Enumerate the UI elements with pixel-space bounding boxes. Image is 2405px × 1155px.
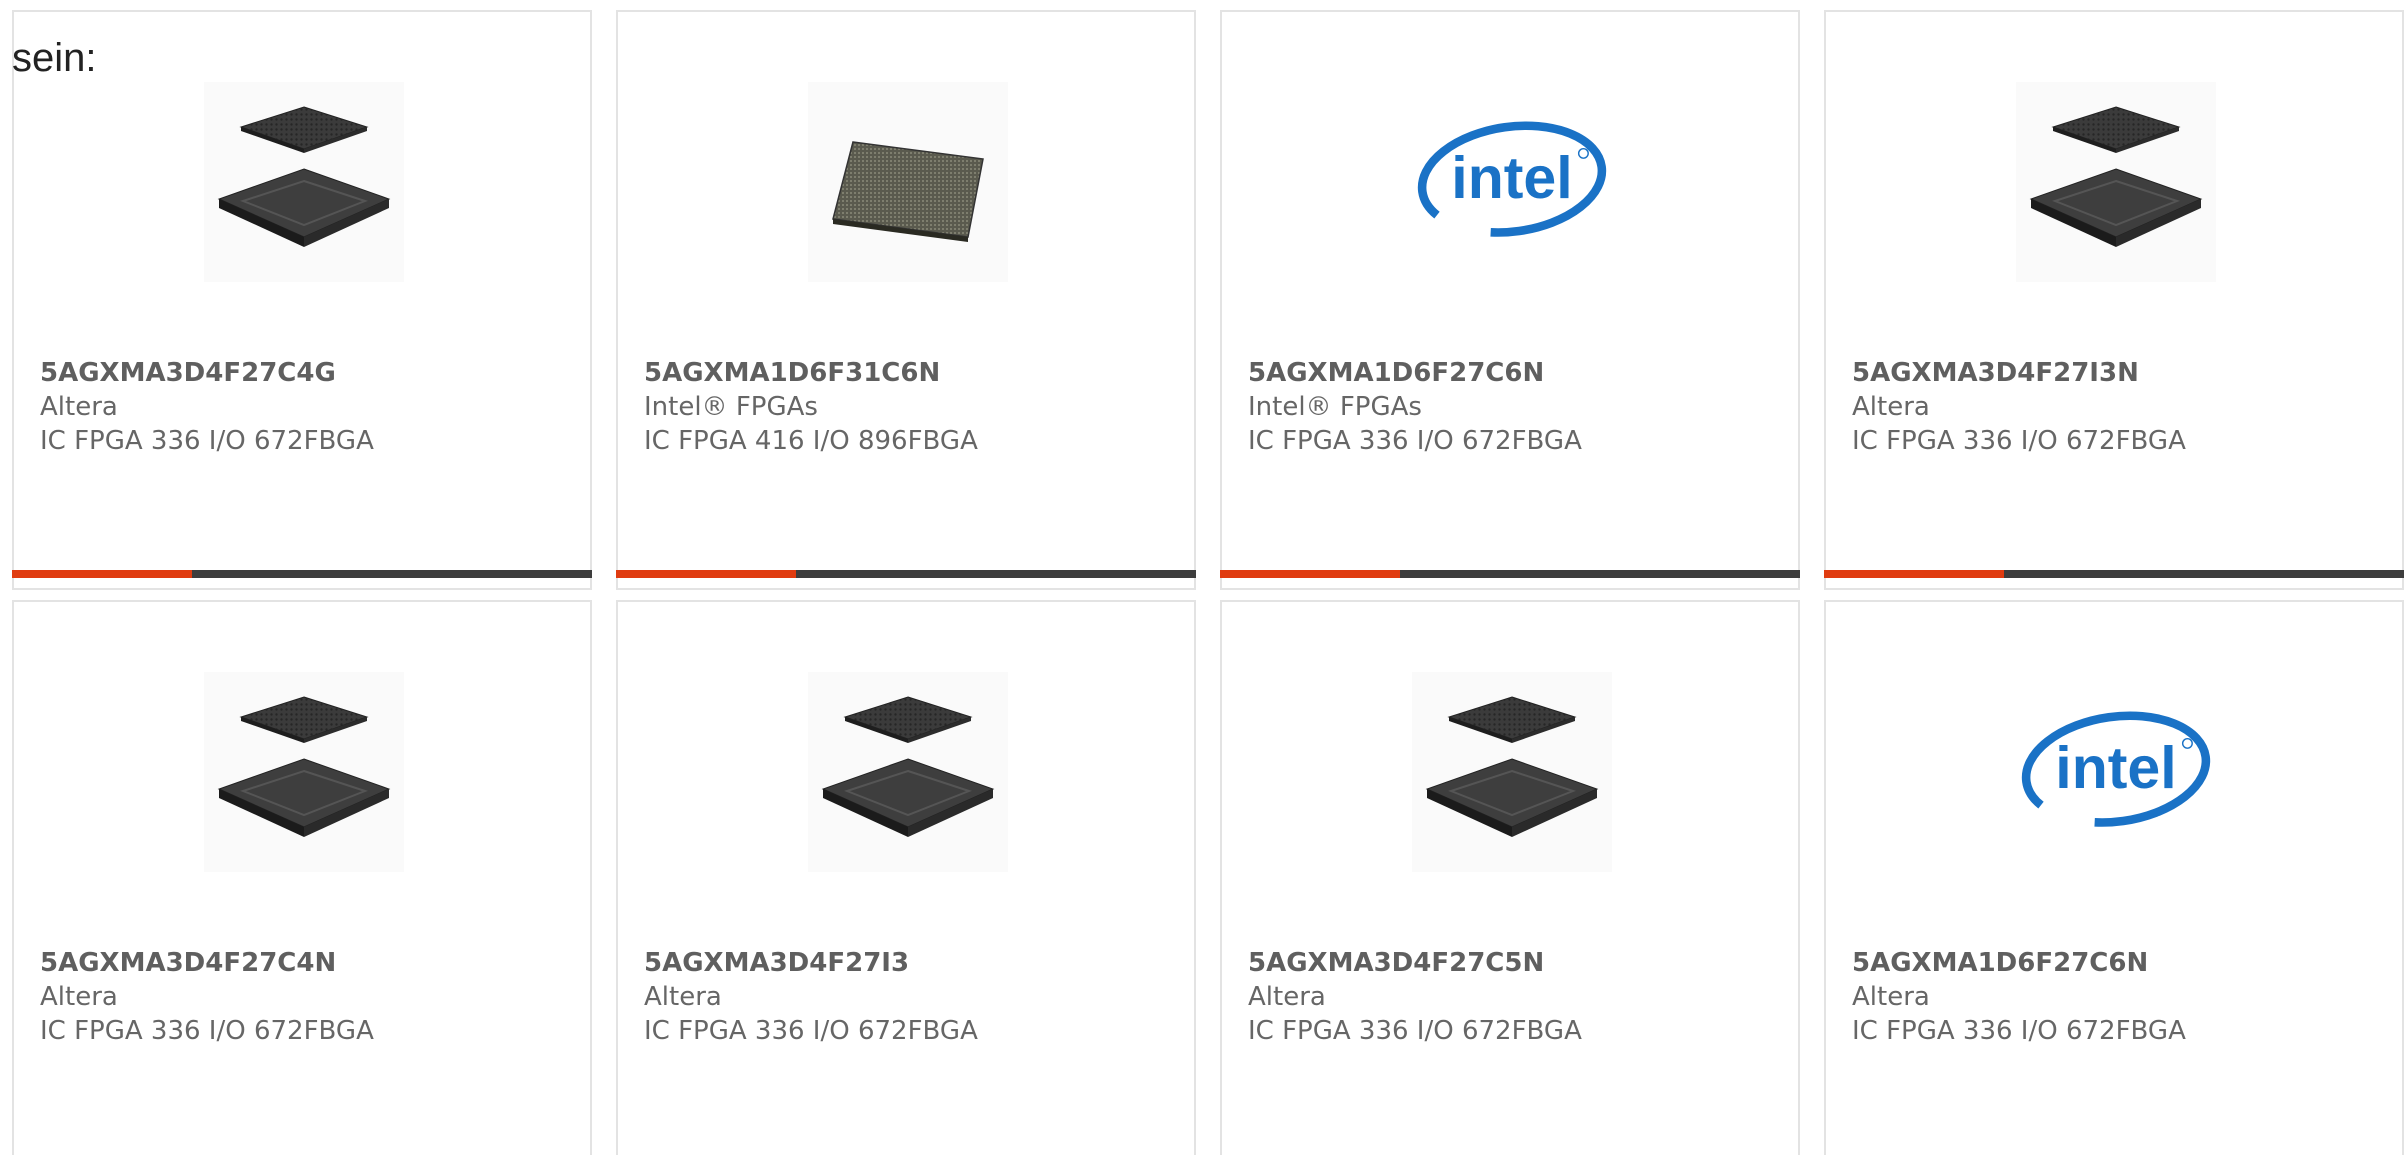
intel-logo: intel	[1417, 121, 1607, 237]
part-number[interactable]: 5AGXMA3D4F27C5N	[1248, 946, 1778, 980]
product-info: 5AGXMA1D6F27C6N Intel® FPGAs IC FPGA 336…	[1248, 356, 1778, 458]
manufacturer: Altera	[644, 982, 722, 1012]
svg-text:intel: intel	[2055, 735, 2176, 801]
product-image	[204, 82, 404, 282]
description: IC FPGA 336 I/O 672FBGA	[644, 1016, 978, 1046]
description: IC FPGA 336 I/O 672FBGA	[1852, 1016, 2186, 1046]
bga-chip-stacked-icon	[821, 696, 995, 837]
description: IC FPGA 416 I/O 896FBGA	[644, 426, 978, 456]
part-number[interactable]: 5AGXMA3D4F27C4N	[40, 946, 570, 980]
progress-bar	[12, 570, 592, 578]
progress-fill	[1824, 570, 2004, 578]
manufacturer: Intel® FPGAs	[644, 392, 818, 422]
description: IC FPGA 336 I/O 672FBGA	[40, 1016, 374, 1046]
manufacturer: Altera	[40, 982, 118, 1012]
product-card[interactable]: intel 5AGXMA1D6F27C6N Altera IC FPGA 336…	[1824, 600, 2404, 1155]
description: IC FPGA 336 I/O 672FBGA	[1248, 426, 1582, 456]
intel-logo: intel	[2021, 711, 2211, 827]
page: sein: 5AGXMA3D4F27C4G Altera IC FPGA 336…	[0, 0, 2405, 1155]
manufacturer: Intel® FPGAs	[1248, 392, 1422, 422]
product-info: 5AGXMA3D4F27C5N Altera IC FPGA 336 I/O 6…	[1248, 946, 1778, 1048]
product-card[interactable]: 5AGXMA3D4F27C4N Altera IC FPGA 336 I/O 6…	[12, 600, 592, 1155]
manufacturer: Altera	[40, 392, 118, 422]
progress-bar	[1220, 570, 1800, 578]
product-image: intel	[1412, 82, 1612, 282]
product-info: 5AGXMA3D4F27I3N Altera IC FPGA 336 I/O 6…	[1852, 356, 2382, 458]
product-image	[204, 672, 404, 872]
part-number[interactable]: 5AGXMA3D4F27C4G	[40, 356, 570, 390]
part-number[interactable]: 5AGXMA3D4F27I3N	[1852, 356, 2382, 390]
product-image: intel	[2016, 672, 2216, 872]
product-image	[808, 82, 1008, 282]
product-info: 5AGXMA3D4F27C4G Altera IC FPGA 336 I/O 6…	[40, 356, 570, 458]
bga-chip-stacked-icon	[1425, 696, 1599, 837]
description: IC FPGA 336 I/O 672FBGA	[1248, 1016, 1582, 1046]
product-card[interactable]: 5AGXMA3D4F27C5N Altera IC FPGA 336 I/O 6…	[1220, 600, 1800, 1155]
bga-chip-stacked-icon	[2029, 106, 2203, 247]
progress-fill	[616, 570, 796, 578]
product-card[interactable]: 5AGXMA3D4F27I3 Altera IC FPGA 336 I/O 67…	[616, 600, 1196, 1155]
product-image	[808, 672, 1008, 872]
product-card[interactable]: intel 5AGXMA1D6F27C6N Intel® FPGAs IC FP…	[1220, 10, 1800, 590]
progress-bar	[1824, 570, 2404, 578]
manufacturer: Altera	[1852, 982, 1930, 1012]
product-card[interactable]: 5AGXMA1D6F31C6N Intel® FPGAs IC FPGA 416…	[616, 10, 1196, 590]
bga-chip-stacked-icon	[217, 106, 391, 247]
product-image	[2016, 82, 2216, 282]
bga-chip-stacked-icon	[217, 696, 391, 837]
part-number[interactable]: 5AGXMA3D4F27I3	[644, 946, 1174, 980]
product-info: 5AGXMA3D4F27I3 Altera IC FPGA 336 I/O 67…	[644, 946, 1174, 1048]
description: IC FPGA 336 I/O 672FBGA	[40, 426, 374, 456]
part-number[interactable]: 5AGXMA1D6F31C6N	[644, 356, 1174, 390]
progress-fill	[12, 570, 192, 578]
product-info: 5AGXMA1D6F27C6N Altera IC FPGA 336 I/O 6…	[1852, 946, 2382, 1048]
manufacturer: Altera	[1248, 982, 1326, 1012]
bga-chip-single-icon	[832, 141, 984, 242]
progress-fill	[1220, 570, 1400, 578]
product-info: 5AGXMA1D6F31C6N Intel® FPGAs IC FPGA 416…	[644, 356, 1174, 458]
progress-bar	[616, 570, 1196, 578]
product-card[interactable]: 5AGXMA3D4F27I3N Altera IC FPGA 336 I/O 6…	[1824, 10, 2404, 590]
svg-text:intel: intel	[1451, 145, 1572, 211]
part-number[interactable]: 5AGXMA1D6F27C6N	[1852, 946, 2382, 980]
part-number[interactable]: 5AGXMA1D6F27C6N	[1248, 356, 1778, 390]
product-card[interactable]: 5AGXMA3D4F27C4G Altera IC FPGA 336 I/O 6…	[12, 10, 592, 590]
manufacturer: Altera	[1852, 392, 1930, 422]
description: IC FPGA 336 I/O 672FBGA	[1852, 426, 2186, 456]
product-image	[1412, 672, 1612, 872]
product-info: 5AGXMA3D4F27C4N Altera IC FPGA 336 I/O 6…	[40, 946, 570, 1048]
intro-text: sein:	[12, 36, 97, 80]
product-grid: 5AGXMA3D4F27C4G Altera IC FPGA 336 I/O 6…	[12, 10, 2404, 1155]
